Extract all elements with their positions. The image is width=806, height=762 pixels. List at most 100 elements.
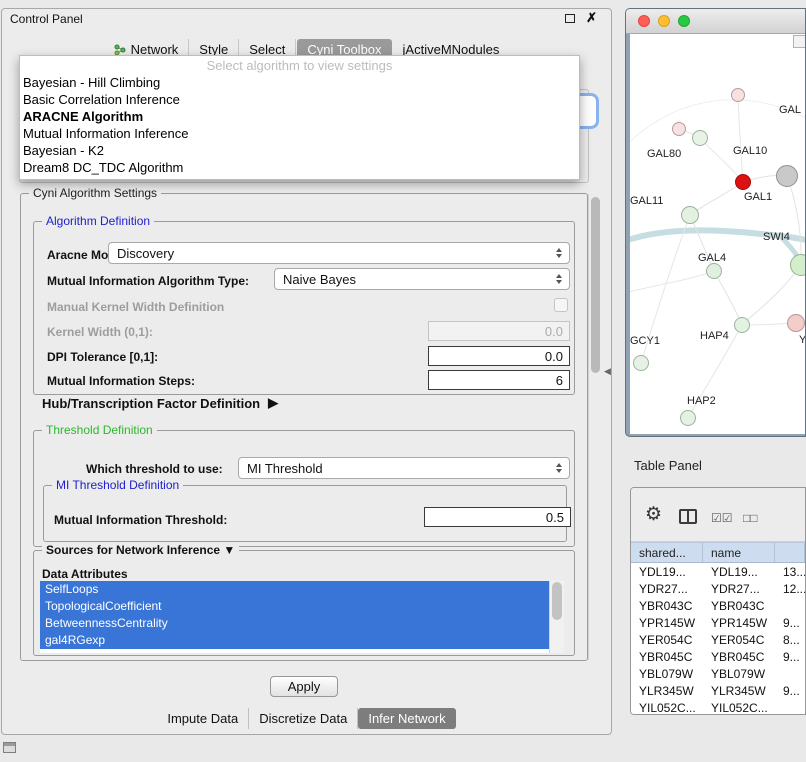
scroll-corner[interactable] (793, 35, 806, 48)
table-row[interactable]: YDR27...YDR27...12... (631, 580, 805, 597)
minimize-traffic-light[interactable] (658, 15, 670, 27)
network-node[interactable] (633, 355, 649, 371)
network-node[interactable] (706, 263, 722, 279)
combo-value: Discovery (117, 246, 174, 261)
hub-definition-expander[interactable]: Hub/Transcription Factor Definition ▶ (42, 395, 278, 411)
columns-icon[interactable] (679, 509, 697, 524)
network-node[interactable] (731, 88, 745, 102)
network-node[interactable] (735, 174, 751, 190)
select-all-columns-icon[interactable]: ☑☑ (711, 511, 733, 525)
settings-scrollbar[interactable] (588, 194, 601, 660)
aracne-mode-select[interactable]: Discovery (108, 242, 570, 264)
algorithm-option[interactable]: Dream8 DC_TDC Algorithm (20, 159, 579, 176)
deselect-all-columns-icon[interactable]: □□ (743, 511, 758, 525)
table-row[interactable]: YER054CYER054C8... (631, 631, 805, 648)
network-node-label: GAL1 (744, 191, 772, 203)
which-threshold-label: Which threshold to use: (86, 462, 223, 476)
group-title: Threshold Definition (42, 423, 157, 437)
threshold-definition-group: Threshold Definition Which threshold to … (33, 430, 575, 547)
algorithm-option[interactable]: Mutual Information Inference (20, 125, 579, 142)
data-attribute-item[interactable]: BetweennessCentrality (40, 615, 549, 632)
data-attribute-item[interactable]: TopologicalCoefficient (40, 598, 549, 615)
settings-gear-icon[interactable]: ⚙ (645, 503, 662, 526)
kernel-width-field[interactable]: 0.0 (428, 321, 570, 341)
table-cell: 9... (775, 614, 805, 631)
algorithm-dropdown-list: Bayesian - Hill ClimbingBasic Correlatio… (20, 74, 579, 176)
apply-button[interactable]: Apply (270, 676, 338, 697)
panel-collapse-handle[interactable]: ◀ (604, 366, 611, 377)
mi-threshold-group: MI Threshold Definition Mutual Informati… (43, 485, 567, 542)
table-cell: YDR27... (703, 580, 775, 597)
close-traffic-light[interactable] (638, 15, 650, 27)
zoom-traffic-light[interactable] (678, 15, 690, 27)
cyni-settings-group: Cyni Algorithm Settings Algorithm Defini… (20, 193, 588, 661)
table-cell: 8... (775, 631, 805, 648)
network-node-label: GAL80 (647, 148, 681, 160)
network-node[interactable] (734, 317, 750, 333)
table-cell: YBR043C (703, 597, 775, 614)
tab-discretize-data[interactable]: Discretize Data (249, 708, 358, 729)
sources-expander[interactable]: Sources for Network Inference ▼ (42, 543, 239, 557)
network-node[interactable] (790, 254, 806, 276)
table-row[interactable]: YDL19...YDL19...13... (631, 563, 805, 580)
table-cell: YBR045C (703, 648, 775, 665)
mi-threshold-field[interactable]: 0.5 (424, 507, 571, 527)
manual-kernel-checkbox[interactable] (554, 298, 568, 312)
table-row[interactable]: YBR045CYBR045C9... (631, 648, 805, 665)
mi-steps-field[interactable]: 6 (428, 370, 570, 390)
group-title: Algorithm Definition (42, 214, 154, 228)
table-row[interactable]: YBR043CYBR043C (631, 597, 805, 614)
table-cell: YPR145W (631, 614, 703, 631)
tab-infer-network[interactable]: Infer Network (358, 708, 455, 729)
scrollbar-thumb[interactable] (552, 582, 562, 620)
table-cell: YIL052C... (631, 699, 703, 714)
data-attribute-item[interactable]: gal4RGexp (40, 632, 549, 649)
mi-type-select[interactable]: Naive Bayes (274, 268, 570, 290)
table-cell: YDL19... (703, 563, 775, 580)
restore-panel-icon[interactable] (3, 742, 16, 753)
combo-arrows-icon (554, 248, 569, 258)
tab-impute-data[interactable]: Impute Data (157, 708, 249, 729)
network-node[interactable] (672, 122, 686, 136)
table-cell: YDL19... (631, 563, 703, 580)
combo-arrows-icon (554, 274, 569, 284)
table-cell: YIL052C... (703, 699, 775, 714)
table-cell: YBR043C (631, 597, 703, 614)
network-node-label: GAL11 (630, 195, 663, 207)
table-cell: YER054C (631, 631, 703, 648)
float-window-icon[interactable] (565, 14, 575, 23)
which-threshold-select[interactable]: MI Threshold (238, 457, 570, 479)
list-scrollbar[interactable] (549, 581, 564, 653)
close-icon[interactable]: ✗ (586, 13, 597, 23)
table-row[interactable]: YLR345WYLR345W9... (631, 682, 805, 699)
network-node[interactable] (692, 130, 708, 146)
table-row[interactable]: YPR145WYPR145W9... (631, 614, 805, 631)
table-cell: YLR345W (631, 682, 703, 699)
mi-threshold-label: Mutual Information Threshold: (54, 513, 227, 527)
data-attributes-label: Data Attributes (42, 567, 128, 581)
table-row[interactable]: YBL079WYBL079W (631, 665, 805, 682)
scrollbar-thumb[interactable] (591, 197, 600, 373)
data-attributes-list[interactable]: SelfLoopsTopologicalCoefficientBetweenne… (40, 581, 564, 653)
column-header-name[interactable]: name (703, 543, 775, 562)
algorithm-option[interactable]: ARACNE Algorithm (20, 108, 579, 125)
table-cell: 9... (775, 682, 805, 699)
combo-value: Naive Bayes (283, 272, 356, 287)
algorithm-option[interactable]: Bayesian - K2 (20, 142, 579, 159)
column-header-extra[interactable] (775, 543, 805, 562)
column-header-shared-name[interactable]: shared... (631, 543, 703, 562)
network-node[interactable] (680, 410, 696, 426)
table-row[interactable]: YIL052C...YIL052C... (631, 699, 805, 714)
network-node[interactable] (787, 314, 805, 332)
network-node[interactable] (681, 206, 699, 224)
network-node-label: HAP4 (700, 330, 729, 342)
network-canvas[interactable]: GAL80GAL10GAL11GAL1SWI4GAL4GCY1HAP4HAP2G… (630, 34, 806, 434)
network-node[interactable] (776, 165, 798, 187)
network-window-titlebar[interactable] (626, 9, 805, 34)
cyni-bottom-tabs: Impute Data Discretize Data Infer Networ… (2, 708, 611, 729)
network-node-label: GAL10 (733, 145, 767, 157)
data-attribute-item[interactable]: SelfLoops (40, 581, 549, 598)
dpi-tolerance-field[interactable]: 0.0 (428, 346, 570, 366)
algorithm-option[interactable]: Basic Correlation Inference (20, 91, 579, 108)
algorithm-option[interactable]: Bayesian - Hill Climbing (20, 74, 579, 91)
